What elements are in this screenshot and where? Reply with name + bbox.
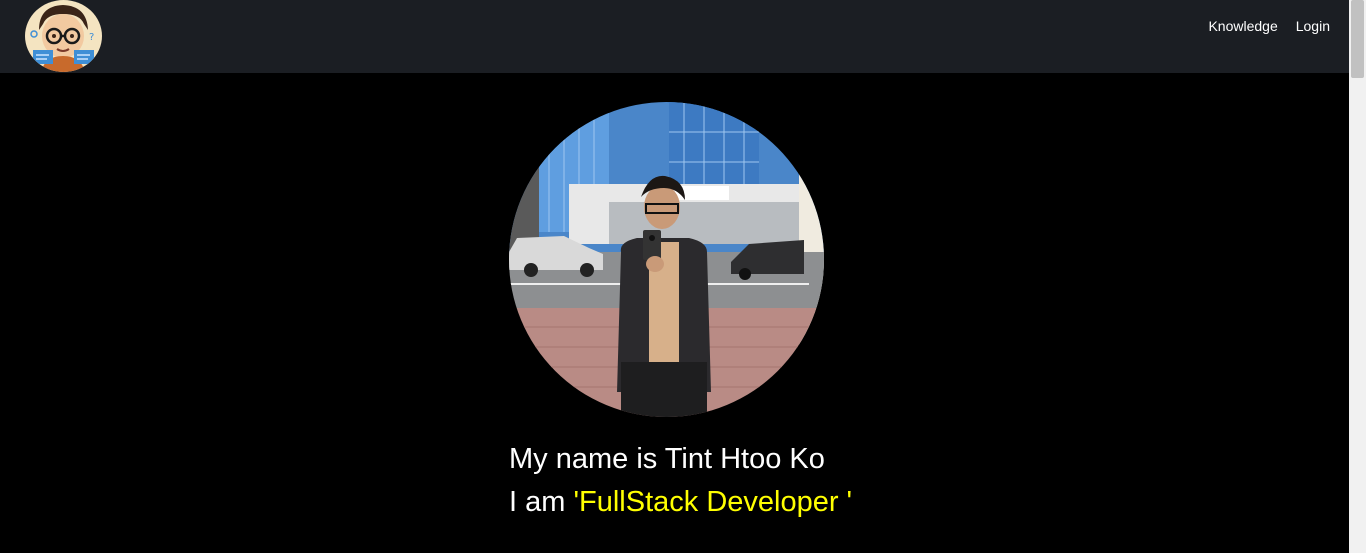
nav-link-knowledge[interactable]: Knowledge	[1208, 17, 1277, 35]
vertical-scrollbar[interactable]	[1349, 0, 1366, 553]
name-line: My name is Tint Htoo Ko	[509, 443, 825, 475]
navbar: ? Knowledge Login	[0, 0, 1349, 73]
role-highlight: 'FullStack Developer '	[573, 486, 853, 518]
developer-avatar-logo-icon[interactable]: ?	[25, 0, 102, 72]
role-prefix: I am	[509, 486, 574, 518]
svg-text:?: ?	[89, 32, 94, 43]
nav-links: Knowledge Login	[1208, 17, 1330, 35]
scrollbar-thumb[interactable]	[1351, 0, 1364, 78]
profile-photo	[509, 102, 824, 417]
intro-text: My name is Tint Htoo Ko I am 'FullStack …	[509, 438, 852, 524]
role-line: I am 'FullStack Developer '	[509, 481, 852, 524]
nav-link-login[interactable]: Login	[1296, 17, 1330, 35]
